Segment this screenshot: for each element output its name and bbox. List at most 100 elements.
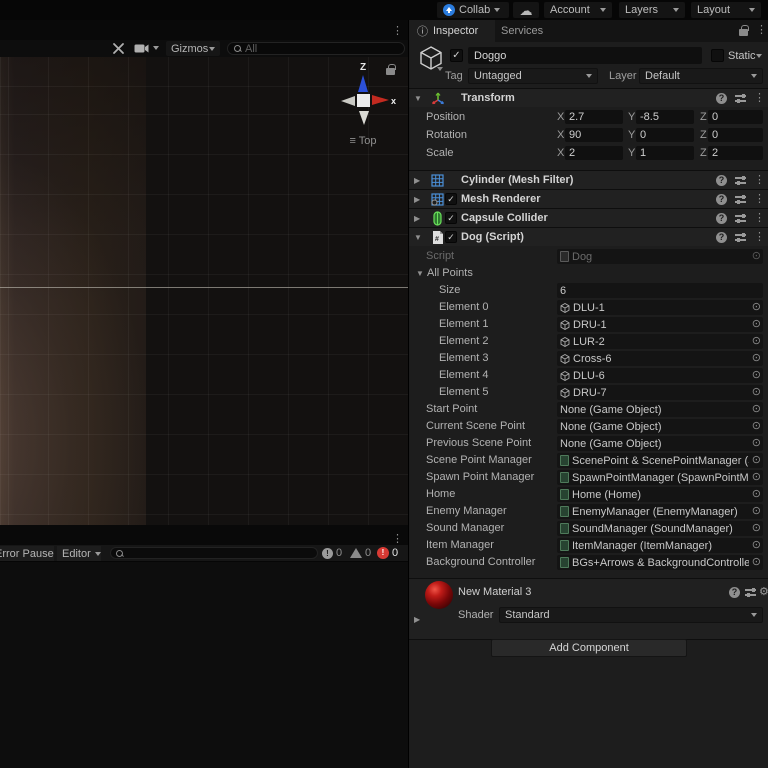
object-field[interactable]: BGs+Arrows & BackgroundController ( ⊙: [557, 555, 763, 570]
static-checkbox[interactable]: [711, 49, 724, 62]
object-picker-icon[interactable]: ⊙: [749, 470, 761, 484]
scene-viewport[interactable]: Z x ≡ Top: [0, 57, 408, 525]
preset-icon[interactable]: [735, 176, 746, 185]
icon-picker-caret[interactable]: [437, 67, 443, 71]
position-z-field[interactable]: 0: [708, 110, 763, 124]
editor-dropdown[interactable]: Editor: [57, 546, 101, 561]
add-component-button[interactable]: Add Component: [491, 639, 687, 657]
object-picker-icon[interactable]: ⊙: [749, 555, 761, 569]
object-picker-icon[interactable]: ⊙: [749, 385, 761, 399]
object-picker-icon[interactable]: ⊙: [749, 351, 761, 365]
scale-z-field[interactable]: 2: [708, 146, 763, 160]
object-picker-icon[interactable]: ⊙: [749, 368, 761, 382]
gizmos-dropdown[interactable]: Gizmos: [166, 41, 220, 56]
view-angle-label[interactable]: ≡ Top: [330, 135, 396, 147]
object-field[interactable]: EnemyManager (EnemyManager) ⊙: [557, 504, 763, 519]
object-field[interactable]: Cross-6 ⊙: [557, 351, 763, 366]
help-icon[interactable]: ?: [716, 213, 727, 224]
object-picker-icon[interactable]: ⊙: [749, 504, 761, 518]
help-icon[interactable]: ?: [729, 587, 740, 598]
object-field[interactable]: Dog ⊙: [557, 249, 763, 264]
axis-z-cone[interactable]: [358, 75, 368, 92]
scale-y-field[interactable]: 1: [636, 146, 694, 160]
tab-inspector[interactable]: ⓘ Inspector: [409, 20, 495, 42]
static-caret-icon[interactable]: [756, 54, 762, 58]
camera-icon[interactable]: [134, 43, 149, 54]
object-picker-icon[interactable]: ⊙: [749, 317, 761, 331]
object-field[interactable]: None (Game Object) ⊙: [557, 436, 763, 451]
component-checkbox[interactable]: ✓: [445, 212, 457, 224]
kebab-icon[interactable]: ⋮: [754, 194, 765, 205]
axis-left-cone[interactable]: [341, 96, 355, 106]
scale-x-field[interactable]: 2: [565, 146, 623, 160]
kebab-icon[interactable]: ⋮: [754, 93, 765, 104]
rotation-z-field[interactable]: 0: [708, 128, 763, 142]
active-checkbox[interactable]: ✓: [450, 49, 463, 62]
account-dropdown[interactable]: Account: [544, 2, 612, 18]
axis-x-cone[interactable]: [372, 95, 389, 105]
shader-dropdown[interactable]: Standard: [499, 607, 763, 623]
object-field[interactable]: DLU-6 ⊙: [557, 368, 763, 383]
object-field[interactable]: ScenePoint & ScenePointManager (Sc ⊙: [557, 453, 763, 468]
help-icon[interactable]: ?: [716, 232, 727, 243]
scene-search-input[interactable]: All: [227, 42, 405, 55]
lock-icon[interactable]: [739, 25, 749, 36]
object-picker-icon[interactable]: ⊙: [749, 249, 761, 263]
dog-script-header[interactable]: ▼ # ✓ Dog (Script) ? ⋮: [409, 227, 768, 246]
help-icon[interactable]: ?: [716, 175, 727, 186]
rotation-x-field[interactable]: 90: [565, 128, 623, 142]
position-y-field[interactable]: -8.5: [636, 110, 694, 124]
info-count-toggle[interactable]: ! 0: [322, 547, 342, 559]
preset-icon[interactable]: [735, 94, 746, 103]
object-picker-icon[interactable]: ⊙: [749, 436, 761, 450]
layer-dropdown[interactable]: Default: [639, 68, 763, 84]
object-field[interactable]: SpawnPointManager (SpawnPointMa ⊙: [557, 470, 763, 485]
kebab-icon[interactable]: ⋮: [754, 232, 765, 243]
layout-dropdown[interactable]: Layout: [691, 2, 761, 18]
console-menu-kebab-icon[interactable]: ⋮: [392, 534, 403, 545]
error-count-toggle[interactable]: ! 0: [377, 547, 398, 559]
foldout-icon[interactable]: ▶: [414, 195, 420, 204]
preset-icon[interactable]: [735, 195, 746, 204]
preset-icon[interactable]: [735, 214, 746, 223]
preset-icon[interactable]: [745, 588, 756, 597]
cloud-button[interactable]: ☁: [513, 2, 539, 18]
tool-settings-icon[interactable]: [112, 42, 125, 55]
object-picker-icon[interactable]: ⊙: [749, 300, 761, 314]
help-icon[interactable]: ?: [716, 194, 727, 205]
preset-icon[interactable]: [735, 233, 746, 242]
object-picker-icon[interactable]: ⊙: [749, 487, 761, 501]
object-field[interactable]: ItemManager (ItemManager) ⊙: [557, 538, 763, 553]
object-field[interactable]: LUR-2 ⊙: [557, 334, 763, 349]
position-x-field[interactable]: 2.7: [565, 110, 623, 124]
object-field[interactable]: DLU-1 ⊙: [557, 300, 763, 315]
foldout-icon[interactable]: ▼: [414, 94, 422, 103]
gameobject-name-field[interactable]: Doggo: [468, 47, 702, 64]
orientation-gizmo[interactable]: Z x: [335, 62, 396, 130]
warning-count-toggle[interactable]: 0: [350, 547, 371, 559]
size-field[interactable]: 6: [557, 283, 763, 298]
object-field[interactable]: DRU-7 ⊙: [557, 385, 763, 400]
capsule-collider-header[interactable]: ▶ ✓ Capsule Collider ? ⋮: [409, 208, 768, 227]
object-picker-icon[interactable]: ⊙: [749, 521, 761, 535]
foldout-icon[interactable]: ▶: [414, 615, 420, 624]
foldout-icon[interactable]: ▶: [414, 214, 420, 223]
axis-center-cube[interactable]: [357, 94, 370, 107]
all-points-row[interactable]: ▼ All Points: [409, 265, 768, 282]
kebab-icon[interactable]: ⋮: [754, 175, 765, 186]
tab-services[interactable]: Services: [493, 20, 551, 42]
component-checkbox[interactable]: ✓: [445, 193, 457, 205]
object-field[interactable]: DRU-1 ⊙: [557, 317, 763, 332]
axis-down-cone[interactable]: [359, 111, 369, 125]
object-field[interactable]: None (Game Object) ⊙: [557, 402, 763, 417]
foldout-icon[interactable]: ▶: [414, 176, 420, 185]
inspector-kebab-icon[interactable]: ⋮: [756, 25, 767, 36]
object-picker-icon[interactable]: ⊙: [749, 419, 761, 433]
object-picker-icon[interactable]: ⊙: [749, 538, 761, 552]
foldout-icon[interactable]: ▼: [416, 269, 424, 278]
transform-header[interactable]: ▼ Transform ? ⋮: [409, 88, 768, 107]
collab-button[interactable]: Collab: [437, 2, 509, 18]
component-checkbox[interactable]: ✓: [445, 231, 457, 243]
material-preview-sphere[interactable]: [425, 581, 453, 609]
object-field[interactable]: SoundManager (SoundManager) ⊙: [557, 521, 763, 536]
